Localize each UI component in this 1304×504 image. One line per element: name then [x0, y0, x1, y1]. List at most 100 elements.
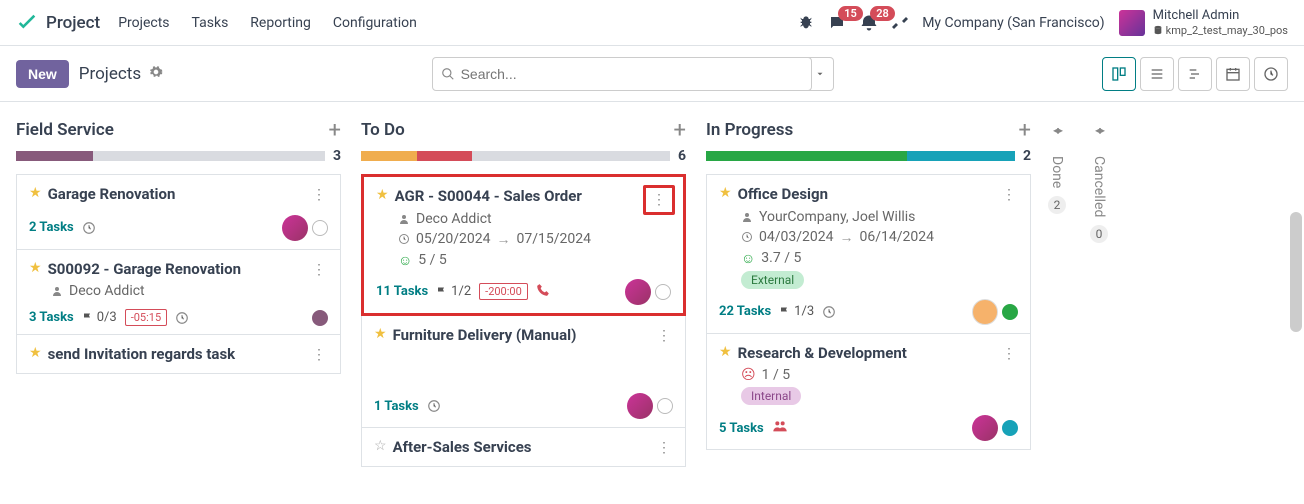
messages-badge: 15 — [838, 6, 863, 21]
project-card[interactable]: ★ send Invitation regards task ⋮ — [16, 335, 341, 374]
view-calendar-button[interactable] — [1216, 57, 1250, 91]
folded-columns: ◂▸ Done 2 ◂▸ Cancelled 0 — [1041, 112, 1115, 243]
app-brand[interactable]: Project — [16, 12, 100, 34]
column-progress-bar[interactable] — [361, 151, 670, 161]
status-dot[interactable] — [1002, 304, 1018, 320]
folded-label: Cancelled — [1091, 156, 1107, 217]
clock-icon[interactable] — [822, 305, 836, 319]
card-menu-button[interactable]: ⋮ — [306, 343, 332, 367]
project-card[interactable]: ★ Research & Development ⋮ ☹1 / 5 Intern… — [706, 334, 1031, 451]
smile-icon: ☺ — [398, 252, 412, 269]
messages-button[interactable]: 15 — [828, 14, 846, 32]
menu-configuration[interactable]: Configuration — [333, 15, 417, 31]
view-switcher — [1102, 57, 1288, 91]
star-icon[interactable]: ★ — [719, 344, 732, 360]
card-menu-button[interactable]: ⋮ — [306, 258, 332, 282]
new-button[interactable]: New — [16, 60, 69, 88]
search-input[interactable] — [461, 66, 803, 82]
status-dot[interactable] — [655, 284, 671, 300]
main-menu: Projects Tasks Reporting Configuration — [118, 15, 417, 31]
tasks-count[interactable]: 2 Tasks — [29, 220, 74, 235]
column-progress-bar[interactable] — [706, 151, 1015, 161]
activities-badge: 28 — [870, 6, 895, 21]
db-name: kmp_2_test_may_30_pos — [1166, 24, 1288, 37]
tools-icon[interactable] — [892, 15, 908, 31]
date-start: 05/20/2024 — [416, 231, 491, 247]
menu-projects[interactable]: Projects — [118, 15, 169, 31]
phone-icon[interactable] — [536, 283, 550, 301]
status-dot[interactable] — [657, 398, 673, 414]
scrollbar[interactable] — [1290, 212, 1302, 332]
folded-column-done[interactable]: ◂▸ Done 2 — [1041, 112, 1073, 243]
menu-tasks[interactable]: Tasks — [192, 15, 229, 31]
column-add-button[interactable]: + — [1019, 118, 1031, 143]
people-icon[interactable] — [772, 418, 788, 438]
status-dot[interactable] — [312, 310, 328, 326]
menu-reporting[interactable]: Reporting — [250, 15, 311, 31]
card-menu-button[interactable]: ⋮ — [306, 183, 332, 207]
milestone-indicator[interactable]: 1/3 — [779, 304, 814, 319]
project-card[interactable]: ★ Furniture Delivery (Manual) ⋮ 1 Tasks — [361, 316, 686, 429]
star-icon[interactable]: ★ — [719, 185, 732, 201]
card-menu-button[interactable]: ⋮ — [651, 436, 677, 460]
card-menu-button[interactable]: ⋮ — [651, 324, 677, 348]
star-icon[interactable]: ★ — [376, 187, 389, 203]
milestone-indicator[interactable]: 0/3 — [82, 310, 117, 325]
status-dot[interactable] — [1002, 420, 1018, 436]
star-icon[interactable]: ★ — [374, 326, 387, 342]
bug-icon[interactable] — [798, 15, 814, 31]
activities-button[interactable]: 28 — [860, 14, 878, 32]
column-title[interactable]: To Do — [361, 120, 405, 140]
view-gantt-button[interactable] — [1178, 57, 1212, 91]
tasks-count[interactable]: 1 Tasks — [374, 399, 419, 414]
tag-pill: Internal — [741, 387, 801, 405]
folded-column-cancelled[interactable]: ◂▸ Cancelled 0 — [1083, 112, 1115, 243]
tasks-count[interactable]: 5 Tasks — [719, 421, 764, 436]
card-title: S00092 - Garage Renovation — [48, 260, 241, 280]
clock-icon — [741, 231, 753, 243]
control-panel: New Projects — [0, 46, 1304, 102]
project-card[interactable]: ★ Garage Renovation ⋮ 2 Tasks — [16, 174, 341, 250]
company-selector[interactable]: My Company (San Francisco) — [922, 15, 1104, 31]
search-box[interactable] — [432, 57, 812, 91]
assignee-avatar[interactable] — [625, 279, 651, 305]
app-name: Project — [46, 13, 100, 33]
assignee-avatar[interactable] — [972, 415, 998, 441]
project-card[interactable]: ☆ After-Sales Services ⋮ — [361, 428, 686, 467]
user-menu[interactable]: Mitchell Admin kmp_2_test_may_30_pos — [1119, 8, 1288, 37]
person-icon — [741, 211, 753, 223]
tasks-count[interactable]: 11 Tasks — [376, 284, 428, 299]
assignee-avatar[interactable] — [627, 393, 653, 419]
card-menu-button[interactable]: ⋮ — [643, 185, 675, 215]
status-dot[interactable] — [312, 220, 328, 236]
column-title[interactable]: Field Service — [16, 120, 114, 140]
clock-icon[interactable] — [175, 311, 189, 325]
column-title[interactable]: In Progress — [706, 120, 793, 140]
column-add-button[interactable]: + — [674, 118, 686, 143]
clock-icon[interactable] — [82, 221, 96, 235]
clock-icon[interactable] — [427, 399, 441, 413]
assignee-avatar[interactable] — [282, 215, 308, 241]
column-add-button[interactable]: + — [329, 118, 341, 143]
view-kanban-button[interactable] — [1102, 57, 1136, 91]
milestone-indicator[interactable]: 1/2 — [436, 284, 471, 299]
search-dropdown[interactable] — [808, 57, 834, 91]
card-menu-button[interactable]: ⋮ — [996, 342, 1022, 366]
assignee-avatar[interactable] — [972, 299, 998, 325]
project-card[interactable]: ★ Office Design ⋮ YourCompany, Joel Will… — [706, 174, 1031, 334]
star-icon[interactable]: ★ — [29, 260, 42, 276]
tasks-count[interactable]: 22 Tasks — [719, 304, 771, 319]
tasks-count[interactable]: 3 Tasks — [29, 310, 74, 325]
project-card[interactable]: ★ S00092 - Garage Renovation ⋮ Deco Addi… — [16, 250, 341, 336]
project-card[interactable]: ★ AGR - S00044 - Sales Order ⋮ Deco Addi… — [361, 174, 686, 316]
card-menu-button[interactable]: ⋮ — [996, 183, 1022, 207]
star-icon[interactable]: ★ — [29, 185, 42, 201]
tag-pill: External — [741, 271, 804, 289]
gear-icon[interactable] — [149, 64, 163, 84]
view-list-button[interactable] — [1140, 57, 1174, 91]
star-icon[interactable]: ☆ — [374, 438, 387, 454]
star-icon[interactable]: ★ — [29, 345, 42, 361]
column-progress-bar[interactable] — [16, 151, 325, 161]
kanban-board: Field Service + 3 ★ Garage Renovation ⋮ … — [0, 102, 1304, 477]
view-activity-button[interactable] — [1254, 57, 1288, 91]
